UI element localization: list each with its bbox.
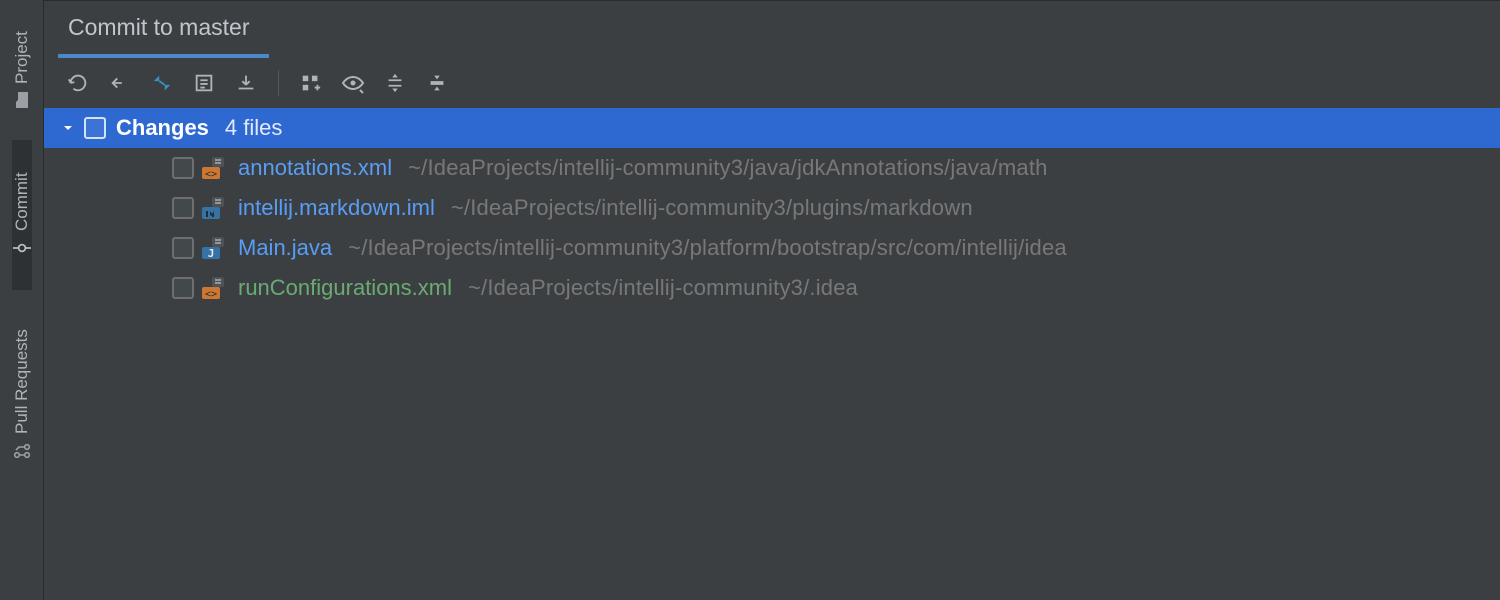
- file-path: ~/IdeaProjects/intellij-community3/plugi…: [451, 195, 973, 221]
- file-checkbox[interactable]: [172, 237, 194, 259]
- changes-tree[interactable]: Changes 4 files <> annotations.xml ~/Ide…: [44, 108, 1500, 600]
- file-name: intellij.markdown.iml: [238, 195, 435, 221]
- toolwindow-label: Commit: [12, 173, 32, 232]
- java-file-icon: J: [200, 235, 226, 261]
- file-path: ~/IdeaProjects/intellij-community3/.idea: [468, 275, 858, 301]
- refresh-button[interactable]: [58, 63, 98, 103]
- file-name: runConfigurations.xml: [238, 275, 452, 301]
- project-icon: [14, 91, 30, 109]
- toolwindow-tab-project[interactable]: Project: [12, 0, 32, 140]
- iml-file-icon: [200, 195, 226, 221]
- diff-icon: [151, 72, 173, 94]
- file-name: Main.java: [238, 235, 332, 261]
- changes-group-row[interactable]: Changes 4 files: [44, 108, 1500, 148]
- show-diff-button[interactable]: [142, 63, 182, 103]
- file-checkbox[interactable]: [172, 197, 194, 219]
- file-checkbox[interactable]: [172, 277, 194, 299]
- group-count: 4 files: [225, 115, 282, 141]
- shelve-button[interactable]: [226, 63, 266, 103]
- group-icon: [300, 72, 322, 94]
- svg-text:<>: <>: [205, 289, 217, 300]
- file-row[interactable]: <> annotations.xml ~/IdeaProjects/intell…: [44, 148, 1500, 188]
- refresh-icon: [67, 72, 89, 94]
- commit-panel: Commit to master: [44, 0, 1500, 600]
- toolwindow-tab-commit[interactable]: Commit: [12, 140, 32, 290]
- svg-text:<>: <>: [205, 169, 217, 180]
- panel-tabbar: Commit to master: [44, 0, 1500, 58]
- file-name: annotations.xml: [238, 155, 392, 181]
- group-by-button[interactable]: [291, 63, 331, 103]
- toolwindow-label: Project: [12, 32, 32, 85]
- svg-text:J: J: [208, 247, 215, 260]
- toolwindow-label: Pull Requests: [12, 330, 32, 435]
- collapse-icon: [426, 72, 448, 94]
- toolwindow-tab-pull-requests[interactable]: Pull Requests: [12, 290, 32, 500]
- file-row[interactable]: J Main.java ~/IdeaProjects/intellij-comm…: [44, 228, 1500, 268]
- expand-all-button[interactable]: [375, 63, 415, 103]
- changelist-button[interactable]: [184, 63, 224, 103]
- toolbar-separator: [278, 70, 279, 96]
- tab-commit-to-master[interactable]: Commit to master: [58, 1, 269, 58]
- undo-icon: [109, 72, 131, 94]
- shelve-icon: [235, 72, 257, 94]
- file-row[interactable]: <> runConfigurations.xml ~/IdeaProjects/…: [44, 268, 1500, 308]
- left-toolwindow-strip: Project Commit Pull Requests: [0, 0, 44, 600]
- tab-label: Commit to master: [68, 14, 249, 41]
- commit-toolbar: [44, 58, 1500, 108]
- rollback-button[interactable]: [100, 63, 140, 103]
- xml-file-icon: <>: [200, 275, 226, 301]
- commit-icon: [13, 239, 31, 257]
- collapse-all-button[interactable]: [417, 63, 457, 103]
- file-path: ~/IdeaProjects/intellij-community3/java/…: [408, 155, 1048, 181]
- changelist-icon: [193, 72, 215, 94]
- chevron-down-icon[interactable]: [58, 118, 78, 138]
- file-path: ~/IdeaProjects/intellij-community3/platf…: [348, 235, 1067, 261]
- group-label: Changes: [116, 115, 209, 141]
- xml-file-icon: <>: [200, 155, 226, 181]
- view-options-button[interactable]: [333, 63, 373, 103]
- group-checkbox[interactable]: [84, 117, 106, 139]
- eye-icon: [341, 72, 365, 94]
- file-row[interactable]: intellij.markdown.iml ~/IdeaProjects/int…: [44, 188, 1500, 228]
- pull-request-icon: [13, 442, 31, 460]
- file-checkbox[interactable]: [172, 157, 194, 179]
- expand-icon: [384, 72, 406, 94]
